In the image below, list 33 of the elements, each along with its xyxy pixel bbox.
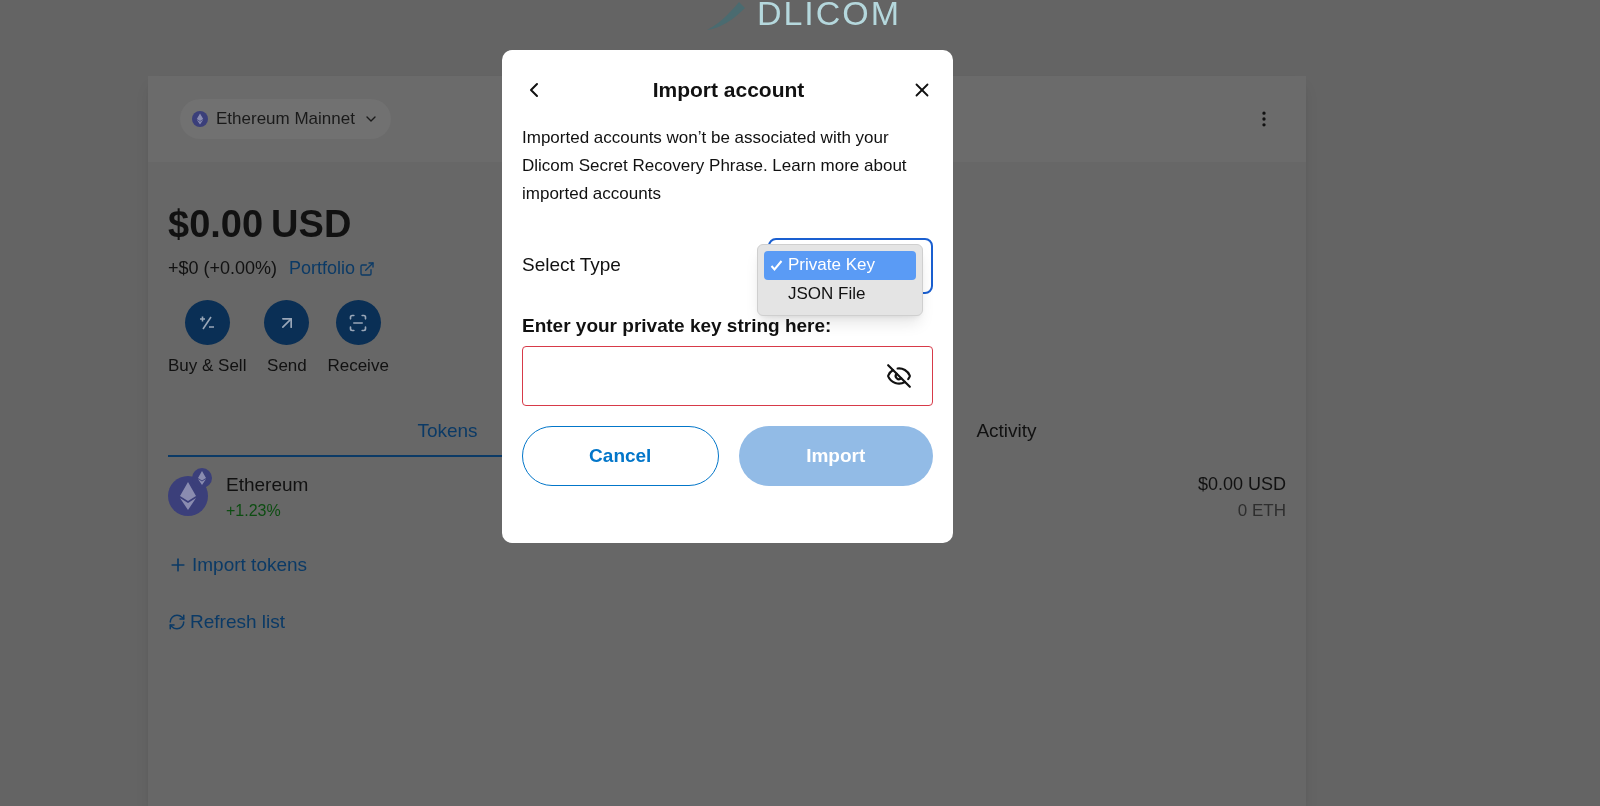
ethereum-icon [192, 111, 208, 127]
action-button[interactable] [264, 300, 310, 345]
network-selector[interactable]: Ethereum Mainnet [180, 99, 391, 139]
action-label: Receive [327, 355, 389, 377]
scan-icon [348, 312, 369, 333]
action-button[interactable] [184, 300, 230, 345]
token-change: +1.23% [226, 501, 282, 521]
dialog-button[interactable]: Cancel [522, 426, 719, 486]
refresh-icon [168, 612, 186, 631]
action-button[interactable] [335, 300, 381, 345]
balance-change: +$0 (+0.00%) [168, 257, 278, 280]
token-amount: 0 ETH [1237, 499, 1286, 522]
dropdown-option[interactable]: Private Key [764, 250, 916, 280]
token-name: Ethereum [226, 472, 309, 497]
select-label: Select Type [522, 253, 621, 278]
dialog-title: Import account [652, 77, 805, 103]
private-key-field[interactable] [522, 346, 933, 406]
brand-name: DLICOM [756, 0, 902, 34]
token-fiat: $0.00 USD [1197, 472, 1286, 496]
list-link[interactable]: Import tokens [168, 551, 308, 580]
hide-icon[interactable] [886, 363, 912, 389]
balance-amount: $0.00 [168, 202, 264, 247]
network-badge-icon [192, 467, 212, 488]
action-label: Buy & Sell [168, 355, 247, 377]
action-label: Send [267, 355, 307, 377]
key-label: Enter your private key string here: [522, 313, 833, 338]
portfolio-link[interactable]: Portfolio [289, 255, 376, 282]
dialog-description: Imported accounts won’t be associated with your Dlicom Secret Recovery Phrase. Learn more about imported accounts [522, 126, 908, 205]
external-link-icon [359, 260, 376, 277]
check-icon [770, 258, 783, 272]
list-link[interactable]: Refresh list [168, 607, 286, 636]
balance-currency: USD [271, 202, 352, 247]
dropdown-option[interactable]: JSON File [764, 279, 916, 309]
